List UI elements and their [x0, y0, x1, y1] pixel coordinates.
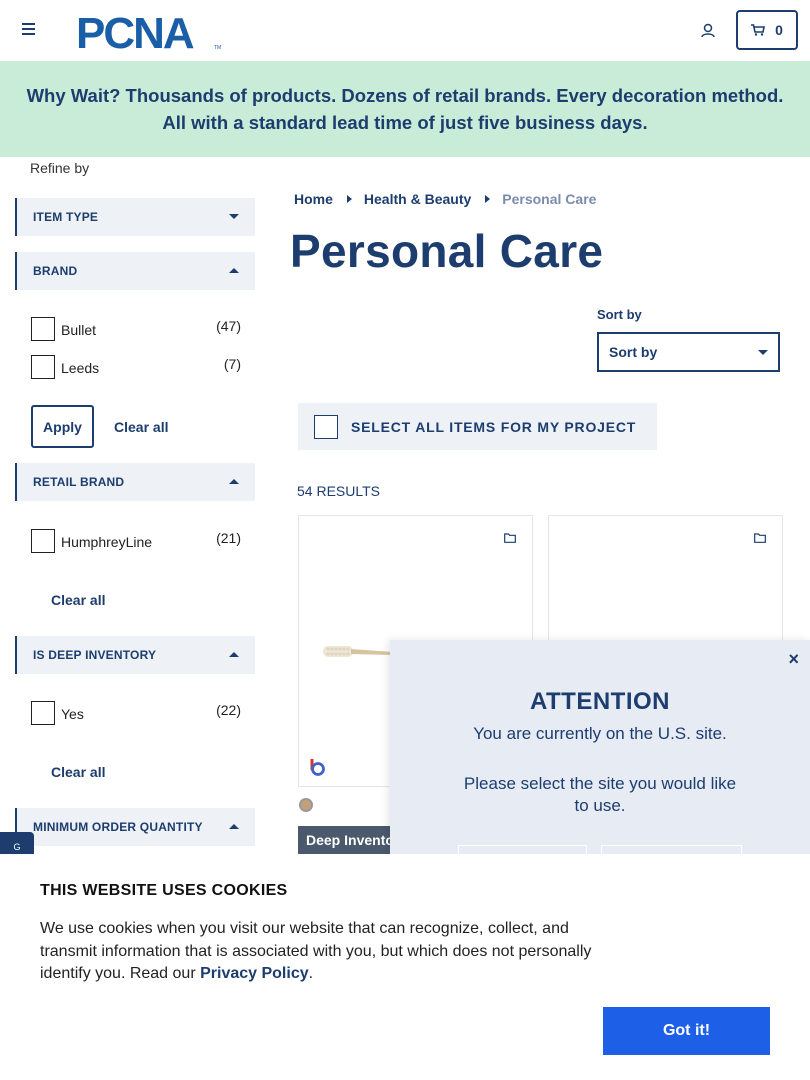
- cookie-text: We use cookies when you visit our websit…: [40, 918, 610, 986]
- option-label: Yes: [61, 706, 84, 722]
- hamburger-icon[interactable]: [22, 23, 36, 37]
- facet-minimum-order-quantity[interactable]: MINIMUM ORDER QUANTITY: [15, 808, 255, 846]
- promo-banner: Why Wait? Thousands of products. Dozens …: [0, 61, 810, 157]
- modal-title: ATTENTION: [529, 688, 671, 715]
- logo-text: PCNA: [76, 11, 194, 51]
- logo-tm: TM: [214, 45, 221, 51]
- feedback-tab-label: G: [13, 842, 21, 852]
- modal-message: You are currently on the U.S. site.: [473, 724, 727, 743]
- privacy-policy-link[interactable]: Privacy Policy: [200, 965, 309, 982]
- checkbox[interactable]: [31, 529, 55, 553]
- option-count: (21): [216, 530, 241, 546]
- facet-deep-inventory[interactable]: IS DEEP INVENTORY: [15, 636, 255, 674]
- option-label: Bullet: [61, 322, 97, 338]
- breadcrumb-arrow-icon: [346, 195, 352, 203]
- folder-icon[interactable]: [504, 533, 516, 543]
- caret-down-icon: [229, 214, 239, 219]
- site-select-modal: × ATTENTION You are currently on the U.S…: [390, 640, 810, 859]
- feedback-tab[interactable]: G: [0, 832, 34, 856]
- facet-title: RETAIL BRAND: [33, 475, 125, 489]
- facet-title: BRAND: [33, 264, 78, 278]
- color-swatch[interactable]: [299, 798, 313, 812]
- caret-up-icon: [229, 824, 239, 829]
- deep-inventory-option-yes[interactable]: Yes (22): [31, 701, 243, 725]
- checkbox[interactable]: [31, 701, 55, 725]
- brand-clear-all-link[interactable]: Clear all: [114, 419, 168, 435]
- breadcrumb-arrow-icon: [485, 195, 491, 203]
- option-count: (22): [216, 702, 241, 718]
- toothbrush-image: [323, 646, 393, 657]
- option-count: (47): [216, 318, 241, 334]
- folder-icon[interactable]: [754, 533, 766, 543]
- facet-item-type[interactable]: ITEM TYPE: [15, 198, 255, 236]
- cart-icon: [751, 24, 766, 36]
- refine-label: Refine by: [30, 160, 90, 176]
- option-label: Leeds: [61, 360, 100, 376]
- option-label: HumphreyLine: [61, 534, 153, 550]
- modal-prompt: Please select the site you would like to…: [463, 774, 737, 815]
- cookie-body: We use cookies when you visit our websit…: [40, 920, 592, 982]
- brand-option-leeds[interactable]: Leeds (7): [31, 355, 243, 379]
- results-count: 54 RESULTS: [297, 483, 380, 499]
- retail-brand-clear-all-link[interactable]: Clear all: [51, 592, 105, 608]
- facet-title: MINIMUM ORDER QUANTITY: [33, 820, 203, 834]
- retail-brand-option-humphreyline[interactable]: HumphreyLine (21): [31, 529, 243, 553]
- caret-up-icon: [229, 268, 239, 273]
- caret-up-icon: [229, 479, 239, 484]
- sort-label: Sort by: [597, 307, 642, 322]
- select-all-label: SELECT ALL ITEMS FOR MY PROJECT: [351, 419, 637, 435]
- cart-count: 0: [775, 22, 783, 38]
- breadcrumb-home[interactable]: Home: [294, 191, 333, 207]
- close-icon[interactable]: ×: [788, 649, 799, 670]
- page-title: Personal Care: [290, 225, 604, 277]
- brand-option-bullet[interactable]: Bullet (47): [31, 317, 243, 341]
- brand-badge-icon: [310, 759, 325, 776]
- got-it-button[interactable]: Got it!: [603, 1007, 770, 1055]
- select-all-checkbox[interactable]: [314, 415, 338, 439]
- facet-brand[interactable]: BRAND: [15, 252, 255, 290]
- checkbox[interactable]: [31, 355, 55, 379]
- option-count: (7): [223, 356, 241, 372]
- pcna-logo[interactable]: PCNA TM: [76, 11, 224, 51]
- facet-retail-brand[interactable]: RETAIL BRAND: [15, 463, 255, 501]
- sort-value: Sort by: [609, 344, 658, 360]
- cookie-banner: THIS WEBSITE USES COOKIES We use cookies…: [0, 854, 810, 1080]
- apply-button[interactable]: Apply: [31, 405, 94, 448]
- facet-title: IS DEEP INVENTORY: [33, 648, 157, 662]
- checkbox[interactable]: [31, 317, 55, 341]
- user-icon[interactable]: [699, 22, 717, 40]
- cookie-heading: THIS WEBSITE USES COOKIES: [40, 882, 288, 899]
- breadcrumb: Home Health & Beauty Personal Care: [294, 191, 596, 207]
- breadcrumb-current: Personal Care: [502, 191, 597, 207]
- breadcrumb-health-beauty[interactable]: Health & Beauty: [364, 191, 471, 207]
- sort-select[interactable]: Sort by: [597, 332, 780, 372]
- facet-title: ITEM TYPE: [33, 210, 99, 224]
- deep-inventory-clear-all-link[interactable]: Clear all: [51, 764, 105, 780]
- select-all-items[interactable]: SELECT ALL ITEMS FOR MY PROJECT: [298, 403, 657, 450]
- site-header: PCNA TM 0: [0, 0, 810, 61]
- cookie-period: .: [308, 965, 314, 982]
- caret-up-icon: [229, 652, 239, 657]
- cart-button[interactable]: 0: [736, 10, 798, 50]
- chevron-down-icon: [758, 350, 768, 355]
- promo-text: Why Wait? Thousands of products. Dozens …: [26, 85, 784, 133]
